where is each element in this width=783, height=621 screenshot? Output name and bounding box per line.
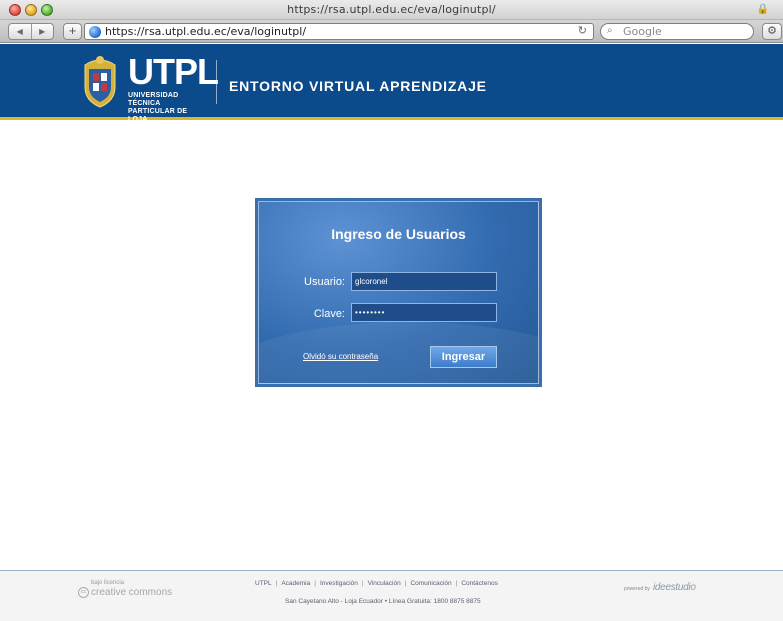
creative-commons-logo[interactable]: cc creative commons [78, 587, 172, 598]
brand-name: UTPL [128, 51, 219, 92]
brand-subtitle-line2: PARTICULAR DE LOJA [128, 108, 188, 123]
login-button[interactable]: Ingresar [430, 346, 497, 368]
footer-link-utpl[interactable]: UTPL [255, 580, 272, 587]
window-titlebar: https://rsa.utpl.edu.ec/eva/loginutpl/ 🔒 [0, 0, 783, 20]
forgot-password-link[interactable]: Olvidó su contraseña [303, 352, 378, 361]
footer-link-vinculacion[interactable]: Vinculación [368, 580, 401, 587]
brand-logo[interactable]: UTPL UNIVERSIDAD TÉCNICA PARTICULAR DE L… [128, 51, 219, 124]
gear-icon[interactable]: ⚙ [762, 23, 782, 40]
url-text[interactable]: https://rsa.utpl.edu.ec/eva/loginutpl/ [105, 25, 306, 38]
lock-icon: 🔒 [756, 4, 769, 15]
add-bookmark-button[interactable]: + [63, 23, 82, 40]
site-header: UTPL UNIVERSIDAD TÉCNICA PARTICULAR DE L… [0, 44, 783, 123]
login-title: Ingreso de Usuarios [331, 226, 466, 242]
password-label: Clave: [313, 308, 345, 320]
reload-button[interactable]: ↻ [578, 24, 587, 37]
login-panel-inner: Ingreso de Usuarios Usuario: glcoronel C… [258, 201, 539, 384]
footer-link-contactenos[interactable]: Contáctenos [461, 580, 498, 587]
cc-icon: cc [78, 587, 89, 598]
footer-separator: | [361, 580, 364, 587]
browser-toolbar: ◀ ▶ + https://rsa.utpl.edu.ec/eva/loginu… [0, 20, 783, 43]
university-crest-icon [84, 56, 116, 108]
username-field[interactable]: glcoronel [351, 272, 497, 291]
header-divider [216, 60, 217, 104]
brand-subtitle-line1: UNIVERSIDAD TÉCNICA [128, 92, 179, 107]
search-input[interactable]: ⌕ Google [600, 23, 754, 40]
ideastudio-logo[interactable]: ideestudio [653, 582, 696, 593]
brand-subtitle: UNIVERSIDAD TÉCNICA PARTICULAR DE LOJA [128, 92, 208, 124]
footer-links: UTPL | Academia | Investigación | Vincul… [255, 580, 498, 587]
footer-separator: | [455, 580, 458, 587]
login-panel: Ingreso de Usuarios Usuario: glcoronel C… [255, 198, 542, 387]
environment-title: ENTORNO VIRTUAL APRENDIZAJE [229, 78, 487, 94]
window-title: https://rsa.utpl.edu.ec/eva/loginutpl/ [287, 3, 496, 16]
address-bar[interactable]: https://rsa.utpl.edu.ec/eva/loginutpl/ ↻ [84, 23, 594, 40]
footer-separator: | [275, 580, 278, 587]
footer-link-academia[interactable]: Academia [281, 580, 310, 587]
globe-icon [89, 26, 101, 38]
footer-link-comunicacion[interactable]: Comunicación [410, 580, 451, 587]
password-field[interactable]: •••••••• [351, 303, 497, 322]
nav-buttons: ◀ ▶ [8, 23, 54, 40]
cc-text: creative commons [91, 586, 173, 598]
footer-address: San Cayetano Alto - Loja Ecuador • Línea… [285, 598, 481, 605]
search-icon: ⌕ [607, 25, 613, 36]
footer-separator: | [404, 580, 407, 587]
back-button[interactable]: ◀ [9, 24, 32, 39]
powered-by-label: powered by [624, 586, 650, 592]
username-label: Usuario: [304, 276, 345, 288]
site-footer: bajo licencia cc creative commons UTPL |… [0, 570, 783, 621]
footer-separator: | [314, 580, 316, 587]
search-placeholder: Google [623, 25, 662, 38]
forward-button[interactable]: ▶ [32, 24, 54, 39]
license-label: bajo licencia [91, 580, 125, 586]
footer-link-investigacion[interactable]: Investigación [320, 580, 358, 587]
